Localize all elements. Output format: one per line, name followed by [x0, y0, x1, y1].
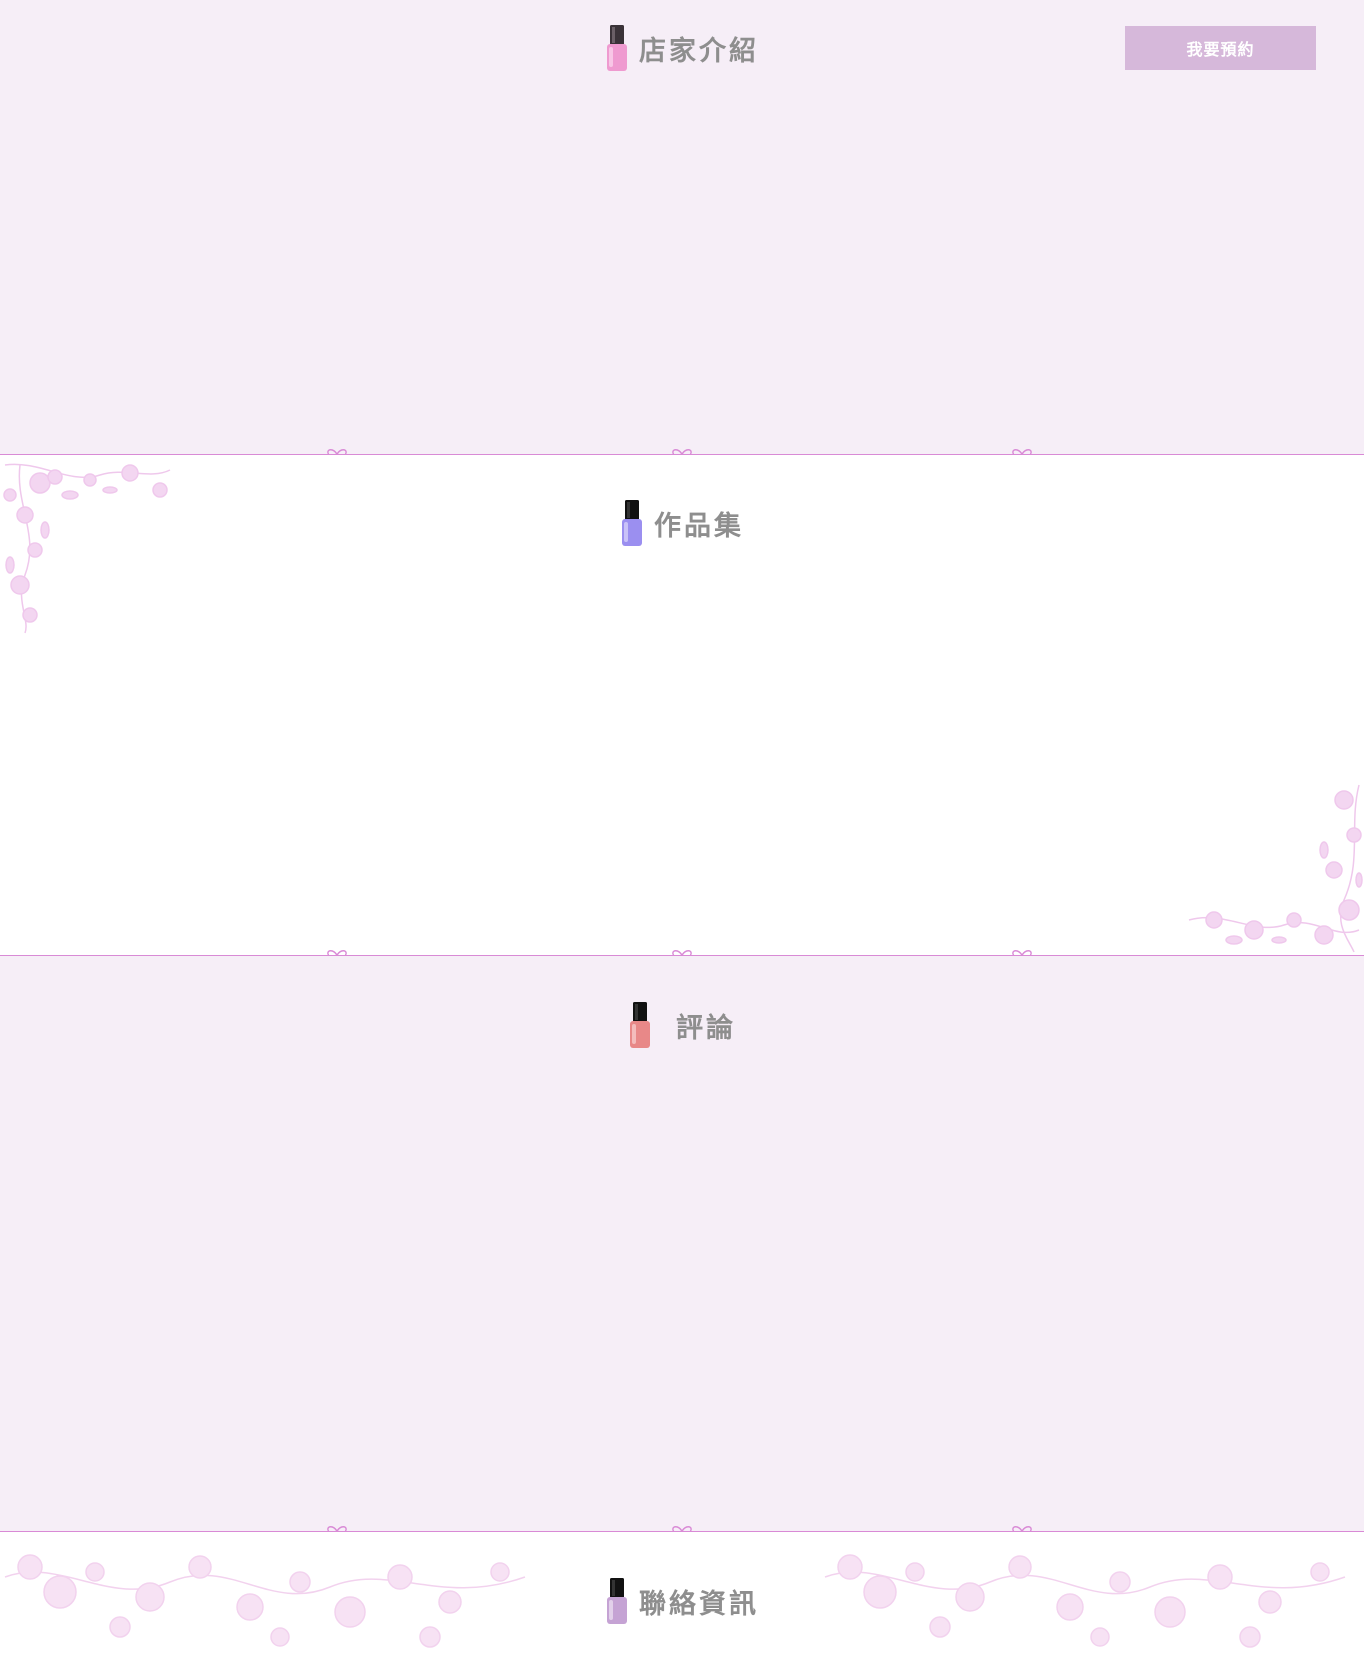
section-title-label: 店家介紹 [639, 35, 759, 67]
purple-nail-polish-icon [622, 500, 642, 546]
coral-nail-polish-icon [630, 1002, 650, 1048]
section-store-intro: 店家介紹 我要預約 [0, 0, 1364, 454]
section-title-reviews: 評論 [0, 1002, 1364, 1048]
pink-nail-polish-icon [607, 25, 627, 71]
section-title-label: 評論 [676, 1012, 736, 1044]
lilac-nail-polish-icon [607, 1578, 627, 1624]
section-title-label: 作品集 [654, 510, 744, 542]
section-title-works: 作品集 [0, 500, 1364, 546]
section-title-contact: 聯絡資訊 [0, 1578, 1364, 1624]
section-reviews: 評論 [0, 956, 1364, 1531]
section-portfolio: 作品集 [0, 455, 1364, 955]
reserve-button[interactable]: 我要預約 [1125, 26, 1316, 70]
section-contact-info: 聯絡資訊 [0, 1532, 1364, 1655]
section-title-label: 聯絡資訊 [639, 1588, 759, 1620]
page: 店家介紹 我要預約 作品集 評論 聯絡資訊 [0, 0, 1364, 1655]
floral-corner-decoration [1188, 784, 1363, 953]
